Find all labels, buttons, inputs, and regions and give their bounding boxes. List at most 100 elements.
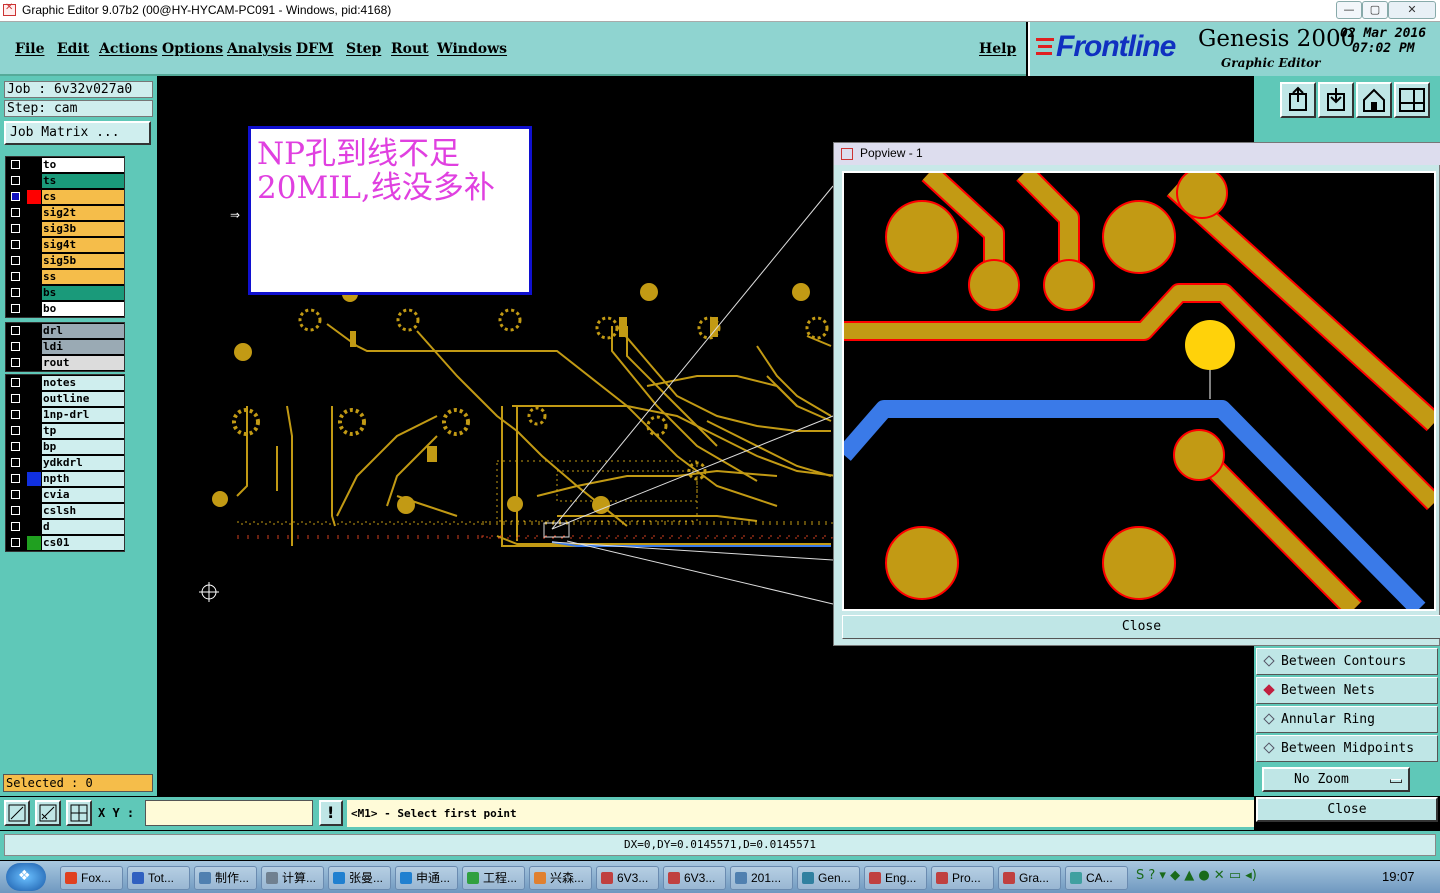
layer-row-notes[interactable]: notes [6,375,124,391]
taskbar-item[interactable]: 制作... [194,866,257,890]
taskbar-item[interactable]: Eng... [864,866,927,890]
layer-name[interactable]: ss [42,270,124,284]
layer-checkbox[interactable] [11,474,20,483]
layer-name[interactable]: sig5b [42,254,124,268]
layer-row-outline[interactable]: outline [6,391,124,407]
alert-icon[interactable]: ! [319,800,343,826]
taskbar-item[interactable]: 工程... [462,866,525,890]
layer-checkbox[interactable] [11,208,20,217]
taskbar-item[interactable]: Pro... [931,866,994,890]
layer-row-ts[interactable]: ts [6,173,124,189]
layer-checkbox[interactable] [11,240,20,249]
option-between-midpoints[interactable]: Between Midpoints [1256,735,1438,762]
close-window-button[interactable]: ✕ [1388,1,1436,19]
taskbar-item[interactable]: Fox... [60,866,123,890]
menu-options[interactable]: Options [162,41,223,57]
popview-close-button[interactable]: Close [842,615,1440,639]
layer-checkbox[interactable] [11,538,20,547]
layer-row-cs[interactable]: cs [6,189,124,205]
layer-checkbox[interactable] [11,490,20,499]
layer-row-tp[interactable]: tp [6,423,124,439]
export-icon[interactable] [1280,82,1316,118]
layer-checkbox[interactable] [11,304,20,313]
layer-row-rout[interactable]: rout [6,355,124,371]
layer-checkbox[interactable] [11,458,20,467]
layer-checkbox[interactable] [11,358,20,367]
layer-checkbox[interactable] [11,192,20,201]
layer-checkbox[interactable] [11,342,20,351]
layer-checkbox[interactable] [11,442,20,451]
layer-row-ldi[interactable]: ldi [6,339,124,355]
layer-checkbox[interactable] [11,410,20,419]
layer-row-sig4t[interactable]: sig4t [6,237,124,253]
taskbar-item[interactable]: 6V3... [596,866,659,890]
layer-row-bs[interactable]: bs [6,285,124,301]
layer-row-sig5b[interactable]: sig5b [6,253,124,269]
layer-row-bo[interactable]: bo [6,301,124,317]
menu-file[interactable]: File [15,41,44,57]
popview-canvas[interactable] [842,171,1436,611]
layer-row-cvia[interactable]: cvia [6,487,124,503]
taskbar-item[interactable]: 6V3... [663,866,726,890]
taskbar-item[interactable]: 张曼... [328,866,391,890]
layer-name[interactable]: ts [42,174,124,188]
layer-name[interactable]: 1np-drl [42,408,124,422]
layer-checkbox[interactable] [11,378,20,387]
layer-name[interactable]: cs01 [42,536,124,550]
zoom-select[interactable]: No Zoom [1262,767,1410,792]
import-icon[interactable] [1318,82,1354,118]
layer-name[interactable]: d [42,520,124,534]
layer-name[interactable]: sig3b [42,222,124,236]
taskbar-item[interactable]: 计算... [261,866,324,890]
taskbar-item[interactable]: Tot... [127,866,190,890]
panel-close-button[interactable]: Close [1256,797,1438,822]
layer-row-ss[interactable]: ss [6,269,124,285]
layer-checkbox[interactable] [11,256,20,265]
job-matrix-button[interactable]: Job Matrix ... [4,121,151,145]
layer-name[interactable]: drl [42,324,124,338]
layer-row-drl[interactable]: drl [6,323,124,339]
option-between-nets[interactable]: Between Nets [1256,677,1438,704]
taskbar-item[interactable]: CA... [1065,866,1128,890]
taskbar-item[interactable]: 申通... [395,866,458,890]
layer-name[interactable]: cvia [42,488,124,502]
menu-analysis[interactable]: Analysis [227,41,292,57]
layer-checkbox[interactable] [11,272,20,281]
layer-name[interactable]: outline [42,392,124,406]
menu-step[interactable]: Step [346,41,381,57]
layer-row-cslsh[interactable]: cslsh [6,503,124,519]
taskbar-item[interactable]: Gra... [998,866,1061,890]
tray-icons[interactable]: S ? ▾ ◆ ▲ ● ✕ ▭ ◂) [1136,868,1257,883]
layer-row-ydkdrl[interactable]: ydkdrl [6,455,124,471]
layer-checkbox[interactable] [11,426,20,435]
taskbar-item[interactable]: 201... [730,866,793,890]
minimize-button[interactable]: — [1336,1,1362,19]
maximize-button[interactable]: ▢ [1362,1,1388,19]
layer-checkbox[interactable] [11,176,20,185]
layer-name[interactable]: bp [42,440,124,454]
taskbar-item[interactable]: Gen... [797,866,860,890]
layer-checkbox[interactable] [11,160,20,169]
layer-name[interactable]: rout [42,356,124,370]
layer-checkbox[interactable] [11,224,20,233]
layer-checkbox[interactable] [11,522,20,531]
menu-edit[interactable]: Edit [57,41,89,57]
layer-name[interactable]: ldi [42,340,124,354]
layer-checkbox[interactable] [11,288,20,297]
layer-name[interactable]: bo [42,302,124,316]
layer-row-cs01[interactable]: cs01 [6,535,124,551]
layer-name[interactable]: cslsh [42,504,124,518]
taskbar-item[interactable]: 兴森... [529,866,592,890]
option-between-contours[interactable]: Between Contours [1256,648,1438,675]
layer-row-npth[interactable]: npth [6,471,124,487]
layer-row-sig3b[interactable]: sig3b [6,221,124,237]
option-annular-ring[interactable]: Annular Ring [1256,706,1438,733]
layer-name[interactable]: bs [42,286,124,300]
layer-checkbox[interactable] [11,326,20,335]
home-icon[interactable] [1356,82,1392,118]
layer-row-to[interactable]: to [6,157,124,173]
layer-row-bp[interactable]: bp [6,439,124,455]
grid-icon[interactable] [66,800,92,826]
menu-actions[interactable]: Actions [99,41,158,57]
menu-help[interactable]: Help [979,41,1016,57]
